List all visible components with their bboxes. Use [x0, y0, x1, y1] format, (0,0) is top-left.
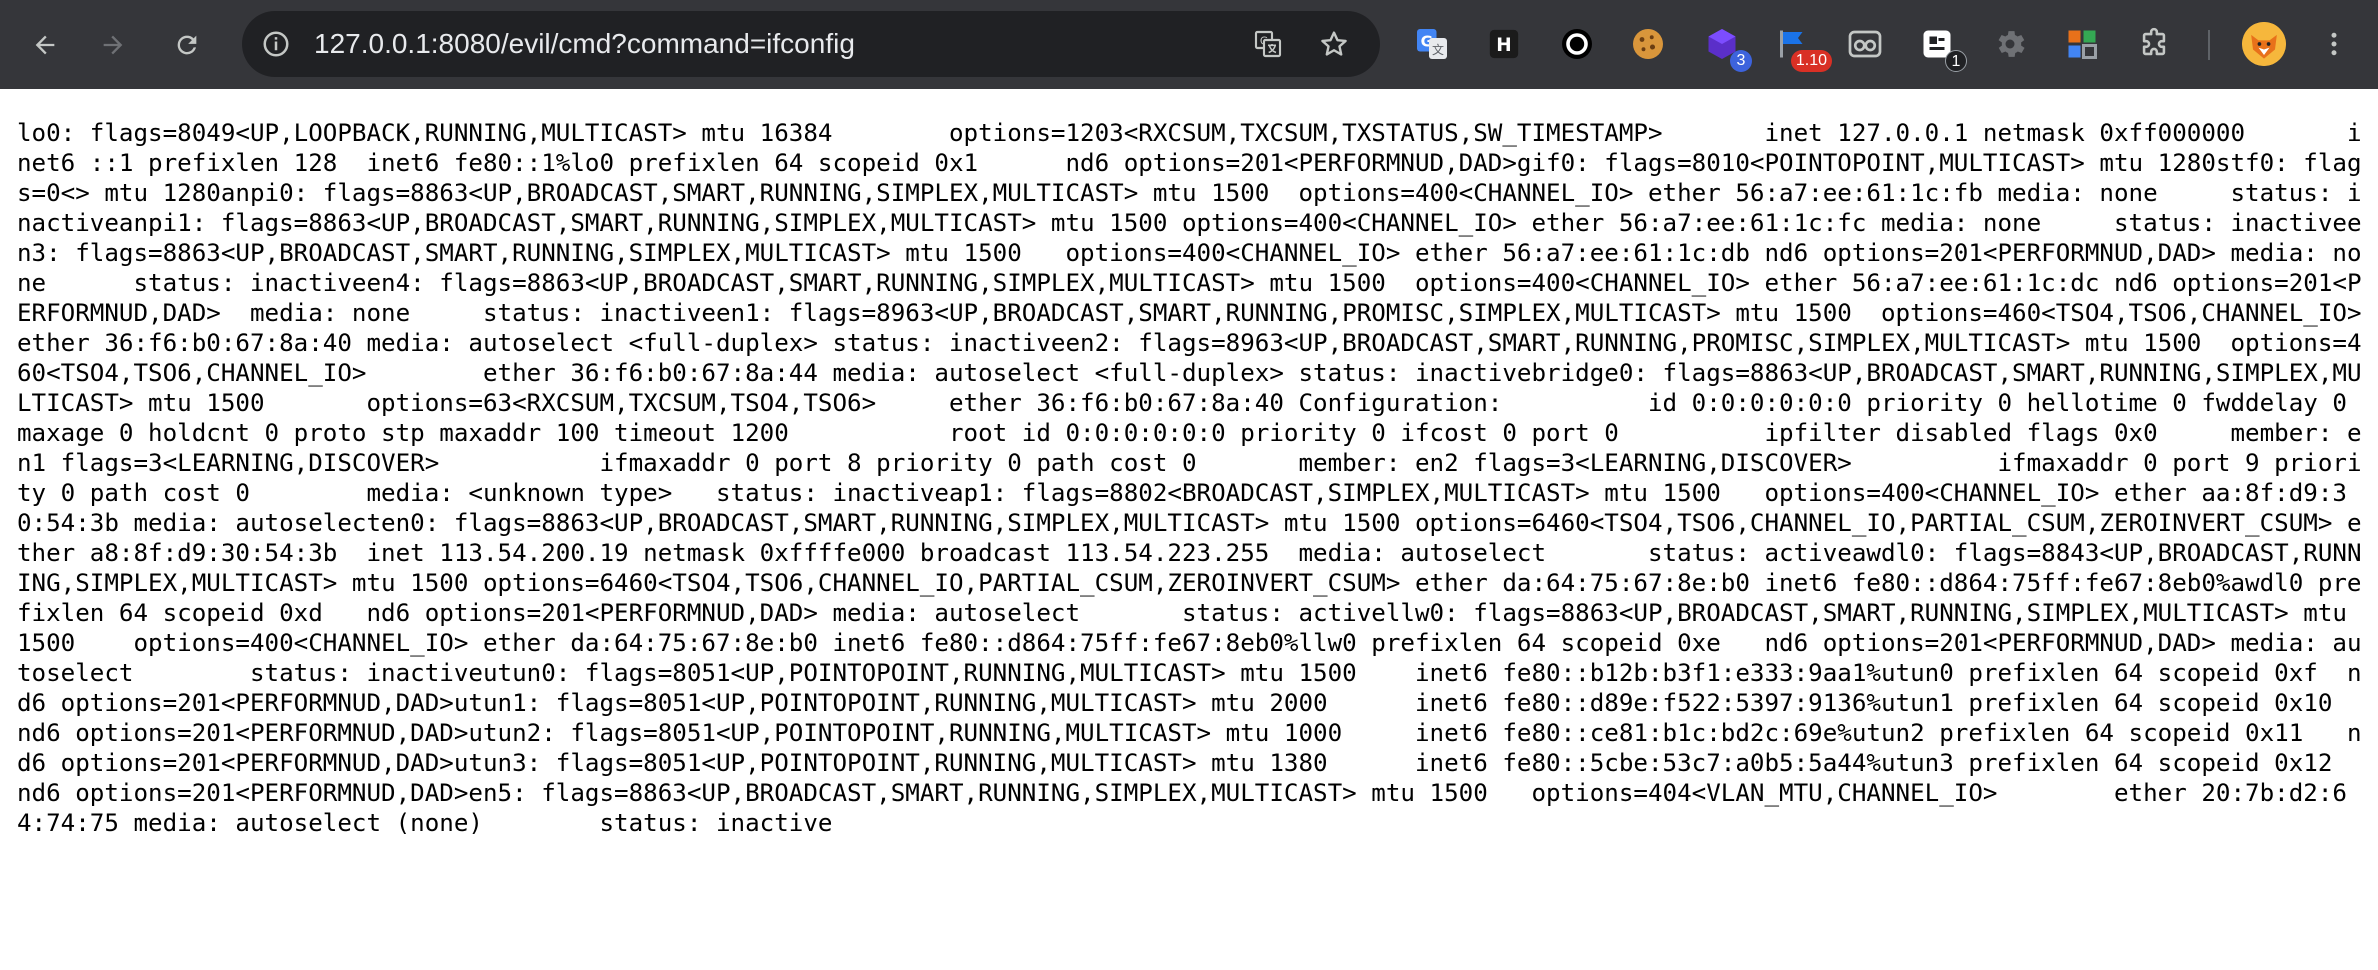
- toolbar-divider: [2208, 30, 2210, 60]
- gear-ext-icon[interactable]: [1988, 22, 2032, 66]
- h-ext-icon[interactable]: H: [1482, 22, 1526, 66]
- fox-avatar-icon: [2242, 22, 2286, 66]
- forward-button[interactable]: [91, 23, 135, 67]
- arrow-left-icon: [35, 35, 55, 55]
- clipboard-ext-icon[interactable]: 1: [1915, 22, 1967, 72]
- clipboard-ext-badge: 1: [1945, 50, 1967, 72]
- translate-icon[interactable]: G: [1248, 24, 1288, 64]
- url-text[interactable]: 127.0.0.1:8080/evil/cmd?command=ifconfig: [314, 11, 855, 77]
- site-info-icon[interactable]: [256, 24, 296, 64]
- svg-text:文: 文: [1432, 42, 1444, 57]
- browser-menu-button[interactable]: [2314, 22, 2354, 66]
- flag-ext-badge: 1.10: [1790, 50, 1832, 72]
- cube-ext-badge: 3: [1730, 50, 1752, 72]
- svg-text:H: H: [1496, 35, 1511, 56]
- puzzle-icon[interactable]: [2132, 22, 2176, 66]
- address-bar[interactable]: 127.0.0.1:8080/evil/cmd?command=ifconfig…: [242, 11, 1380, 77]
- ifconfig-output: lo0: flags=8049<UP,LOOPBACK,RUNNING,MULT…: [17, 119, 2362, 837]
- circle-ext-icon[interactable]: [1555, 22, 1599, 66]
- back-button[interactable]: [23, 23, 67, 67]
- cookie-ext-icon[interactable]: [1626, 22, 1670, 66]
- reload-button[interactable]: [165, 23, 209, 67]
- profile-avatar[interactable]: [2242, 22, 2286, 66]
- bookmark-star-icon[interactable]: [1314, 24, 1354, 64]
- glasses-ext-icon[interactable]: [1843, 22, 1887, 66]
- google-translate-ext-icon[interactable]: G 文: [1410, 22, 1454, 66]
- cube-ext-icon[interactable]: 3: [1700, 22, 1752, 72]
- flag-ext-icon[interactable]: 1.10: [1770, 22, 1832, 72]
- kebab-menu-icon: [2331, 32, 2337, 56]
- browser-toolbar: 127.0.0.1:8080/evil/cmd?command=ifconfig…: [0, 0, 2378, 89]
- grid-ext-icon[interactable]: [2060, 22, 2104, 66]
- reload-icon: [177, 35, 197, 55]
- arrow-right-icon: [103, 35, 123, 55]
